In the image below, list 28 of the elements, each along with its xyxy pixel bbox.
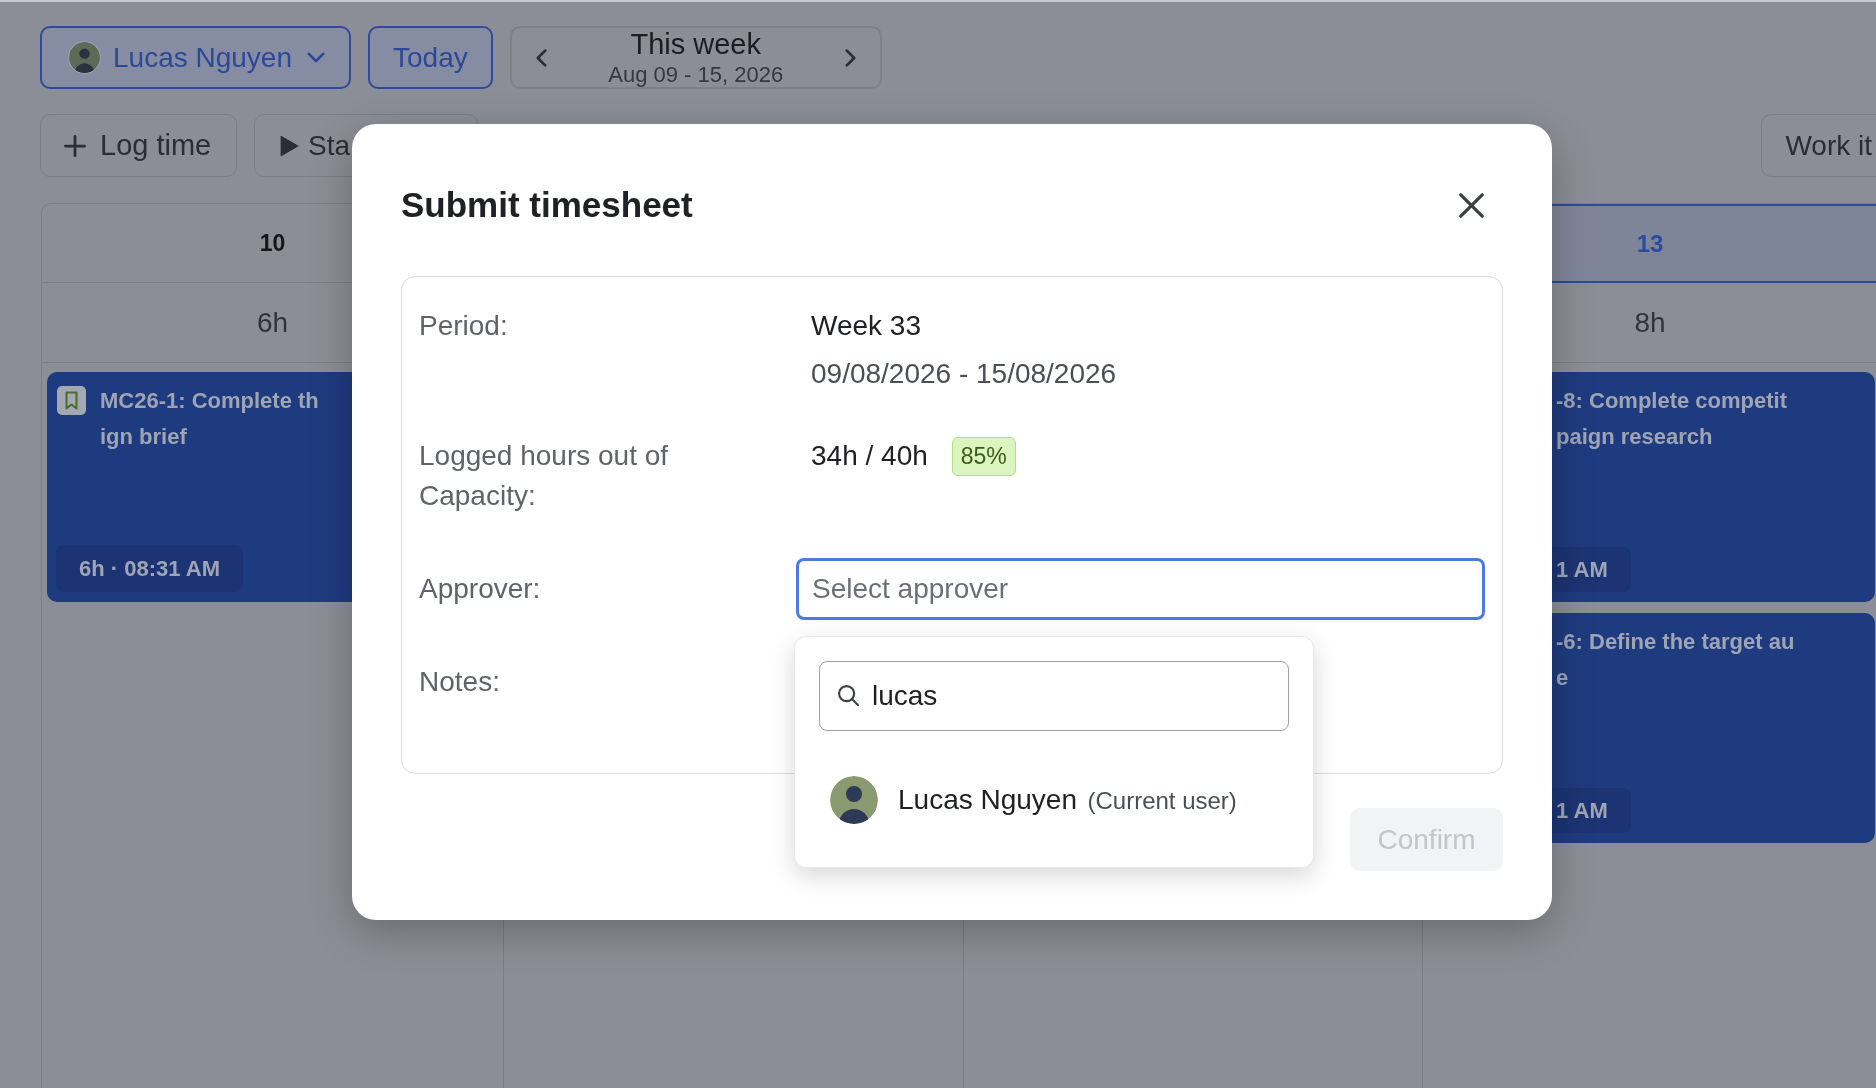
approver-option[interactable]: Lucas Nguyen (Current user) [819, 769, 1289, 831]
entry-title: -8: Complete competit paign research [1556, 387, 1788, 451]
bookmark-icon [57, 386, 86, 415]
chevron-down-icon [307, 52, 325, 63]
chevron-left-icon[interactable] [535, 47, 547, 68]
field-label: Notes: [419, 665, 501, 699]
entry-title: MC26-1: Complete th ign brief [100, 387, 319, 451]
entry-title: -6: Define the target au e [1556, 628, 1795, 692]
plus-icon [64, 134, 86, 157]
week-title: This week [630, 29, 761, 59]
period-text: Week 33 [811, 309, 922, 343]
play-icon [280, 134, 299, 157]
percentage-badge: 85% [951, 436, 1016, 476]
time-chip: 6h · 08:31 AM [56, 545, 243, 592]
user-menu-button[interactable]: Lucas Nguyen [40, 26, 351, 89]
avatar-icon [68, 41, 101, 74]
avatar-icon [830, 776, 878, 824]
today-button[interactable]: Today [368, 26, 493, 89]
approver-select[interactable]: Select approver [796, 558, 1485, 620]
log-time-button[interactable]: Log time [40, 114, 237, 177]
hours-value: 34h / 40h [811, 439, 928, 473]
week-range: Aug 09 - 15, 2026 [608, 62, 784, 88]
work-items-button[interactable]: Work it [1761, 114, 1876, 177]
period-text: 09/08/2026 - 15/08/2026 [811, 357, 1118, 391]
chevron-right-icon[interactable] [844, 47, 856, 68]
close-icon [1458, 192, 1484, 218]
search-icon [838, 685, 859, 706]
search-field[interactable]: lucas [819, 661, 1289, 731]
